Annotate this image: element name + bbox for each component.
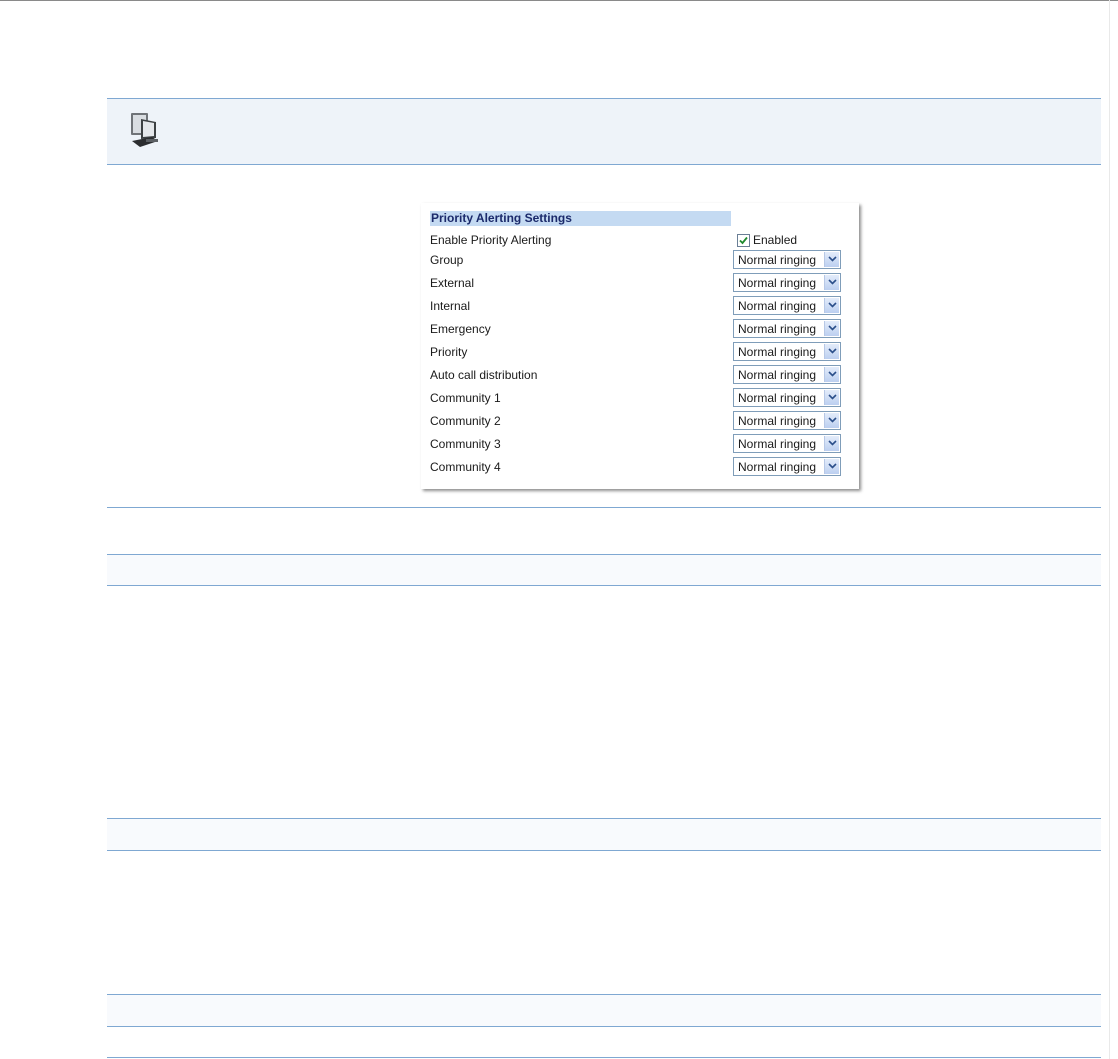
select-value: Normal ringing bbox=[738, 437, 817, 451]
setting-row-internal: Internal Normal ringing bbox=[430, 296, 850, 316]
table-rule bbox=[107, 164, 1101, 165]
community-3-ring-select[interactable]: Normal ringing bbox=[733, 434, 841, 453]
table-rule bbox=[107, 1026, 1101, 1027]
auto-call-distribution-ring-select[interactable]: Normal ringing bbox=[733, 365, 841, 384]
chevron-down-icon[interactable] bbox=[824, 344, 839, 359]
setting-label: Community 1 bbox=[430, 391, 501, 405]
chevron-down-icon[interactable] bbox=[824, 436, 839, 451]
top-rule bbox=[0, 0, 1118, 1]
chevron-down-icon[interactable] bbox=[824, 298, 839, 313]
select-value: Normal ringing bbox=[738, 299, 817, 313]
table-rule bbox=[107, 1057, 1101, 1058]
select-value: Normal ringing bbox=[738, 414, 817, 428]
emergency-ring-select[interactable]: Normal ringing bbox=[733, 319, 841, 338]
setting-row-community-2: Community 2 Normal ringing bbox=[430, 411, 850, 431]
table-band bbox=[107, 994, 1101, 1026]
community-4-ring-select[interactable]: Normal ringing bbox=[733, 457, 841, 476]
external-ring-select[interactable]: Normal ringing bbox=[733, 273, 841, 292]
setting-row-priority: Priority Normal ringing bbox=[430, 342, 850, 362]
table-rule bbox=[107, 818, 1101, 819]
select-value: Normal ringing bbox=[738, 253, 817, 267]
setting-row-community-1: Community 1 Normal ringing bbox=[430, 388, 850, 408]
table-rule bbox=[107, 994, 1101, 995]
priority-alerting-panel: Priority Alerting Settings Enable Priori… bbox=[421, 203, 859, 489]
setting-row-external: External Normal ringing bbox=[430, 273, 850, 293]
chevron-down-icon[interactable] bbox=[824, 367, 839, 382]
chevron-down-icon[interactable] bbox=[824, 459, 839, 474]
chevron-down-icon[interactable] bbox=[824, 390, 839, 405]
table-rule bbox=[107, 98, 1101, 99]
setting-row-auto-call-distribution: Auto call distribution Normal ringing bbox=[430, 365, 850, 385]
select-value: Normal ringing bbox=[738, 322, 817, 336]
select-value: Normal ringing bbox=[738, 368, 817, 382]
setting-label: Emergency bbox=[430, 322, 491, 336]
setting-label: Community 3 bbox=[430, 437, 501, 451]
select-value: Normal ringing bbox=[738, 276, 817, 290]
group-ring-select[interactable]: Normal ringing bbox=[733, 250, 841, 269]
table-rule bbox=[107, 850, 1101, 851]
select-value: Normal ringing bbox=[738, 460, 817, 474]
setting-row-community-3: Community 3 Normal ringing bbox=[430, 434, 850, 454]
checkmark-icon bbox=[739, 236, 748, 244]
community-1-ring-select[interactable]: Normal ringing bbox=[733, 388, 841, 407]
internal-ring-select[interactable]: Normal ringing bbox=[733, 296, 841, 315]
table-rule bbox=[107, 554, 1101, 555]
chevron-down-icon[interactable] bbox=[824, 275, 839, 290]
setting-label: External bbox=[430, 276, 475, 290]
enable-priority-alerting-control[interactable]: Enabled bbox=[737, 232, 797, 248]
setting-label: Group bbox=[430, 253, 464, 267]
enable-priority-alerting-row: Enable Priority Alerting Enabled bbox=[430, 230, 850, 250]
table-band bbox=[107, 554, 1101, 585]
priority-ring-select[interactable]: Normal ringing bbox=[733, 342, 841, 361]
setting-label: Priority bbox=[430, 345, 468, 359]
setting-row-community-4: Community 4 Normal ringing bbox=[430, 457, 850, 477]
chevron-down-icon[interactable] bbox=[824, 321, 839, 336]
computer-icon bbox=[128, 111, 162, 149]
select-value: Normal ringing bbox=[738, 345, 817, 359]
icon-header-band bbox=[107, 98, 1101, 164]
table-band bbox=[107, 818, 1101, 850]
setting-label: Community 4 bbox=[430, 460, 501, 474]
setting-label: Community 2 bbox=[430, 414, 501, 428]
enable-checkbox[interactable] bbox=[737, 233, 750, 247]
community-2-ring-select[interactable]: Normal ringing bbox=[733, 411, 841, 430]
panel-title: Priority Alerting Settings bbox=[430, 211, 731, 226]
setting-label: Auto call distribution bbox=[430, 368, 538, 382]
enabled-label: Enabled bbox=[753, 233, 798, 247]
setting-row-emergency: Emergency Normal ringing bbox=[430, 319, 850, 339]
enable-priority-alerting-label: Enable Priority Alerting bbox=[430, 233, 552, 247]
table-rule bbox=[107, 585, 1101, 586]
setting-row-group: Group Normal ringing bbox=[430, 250, 850, 270]
chevron-down-icon[interactable] bbox=[824, 413, 839, 428]
setting-label: Internal bbox=[430, 299, 471, 313]
chevron-down-icon[interactable] bbox=[824, 252, 839, 267]
table-rule bbox=[107, 507, 1101, 508]
side-rule bbox=[1109, 0, 1110, 1059]
select-value: Normal ringing bbox=[738, 391, 817, 405]
